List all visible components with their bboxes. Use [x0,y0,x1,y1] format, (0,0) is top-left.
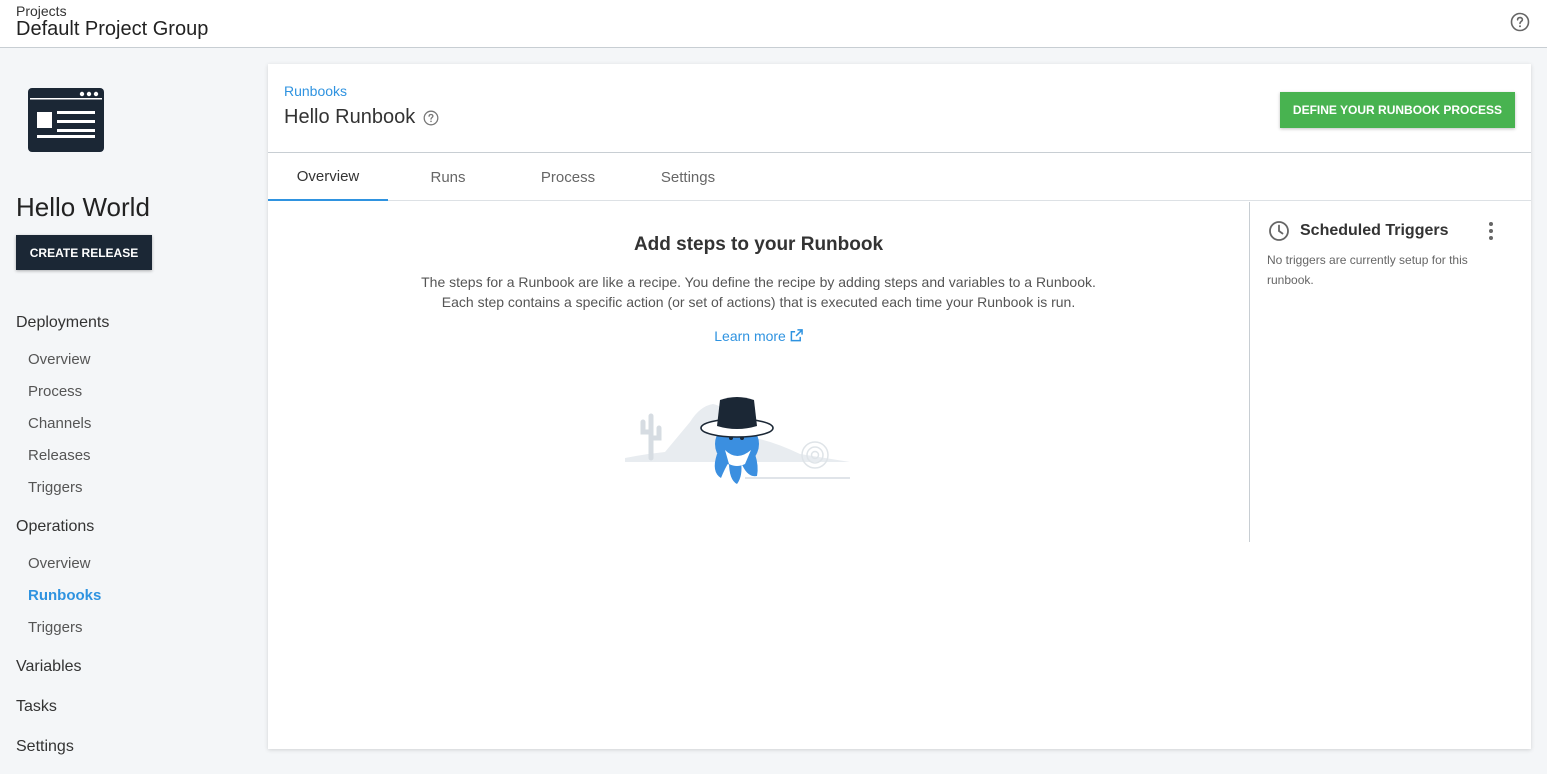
tab-runs[interactable]: Runs [388,153,508,201]
breadcrumb-runbooks[interactable]: Runbooks [284,83,347,99]
runbook-title: Hello Runbook [284,106,416,128]
nav-operations-runbooks[interactable]: Runbooks [28,587,101,604]
scheduled-triggers-title: Scheduled Triggers [1300,222,1449,239]
empty-state-description: The steps for a Runbook are like a recip… [268,272,1249,312]
define-runbook-process-button[interactable]: DEFINE YOUR RUNBOOK PROCESS [1280,92,1515,128]
nav-deployments[interactable]: Deployments [16,314,109,332]
empty-state: Add steps to your Runbook The steps for … [268,202,1249,542]
nav-deployments-releases[interactable]: Releases [28,447,91,464]
empty-state-description-line2: Each step contains a specific action (or… [441,294,1076,310]
nav-settings[interactable]: Settings [16,738,74,756]
nav-deployments-triggers[interactable]: Triggers [28,479,82,496]
empty-state-title: Add steps to your Runbook [633,234,884,255]
tab-bar: Overview Runs Process Settings [268,153,1531,201]
external-link-icon [790,329,803,342]
clock-icon [1269,221,1289,241]
learn-more-label[interactable]: Learn more [714,328,786,344]
project-group-title: Default Project Group [16,18,209,40]
runbook-card: Runbooks Hello Runbook DEFINE YOUR RUNBO… [268,64,1531,749]
create-release-button[interactable]: CREATE RELEASE [16,235,152,270]
tab-settings[interactable]: Settings [628,153,748,201]
project-logo-icon [28,88,104,152]
nav-deployments-channels[interactable]: Channels [28,415,91,432]
no-triggers-text: No triggers are currently setup for this… [1267,253,1468,287]
help-circle-icon[interactable] [1510,12,1530,32]
nav-tasks[interactable]: Tasks [16,698,57,716]
scheduled-triggers-panel: Scheduled Triggers No triggers are curre… [1249,202,1531,542]
tab-process[interactable]: Process [508,153,628,201]
nav-operations-overview[interactable]: Overview [28,555,91,572]
runbook-title-row: Hello Runbook [284,106,439,129]
help-circle-icon[interactable] [423,110,439,126]
breadcrumb-projects[interactable]: Projects [16,3,67,19]
tab-overview[interactable]: Overview [268,153,388,201]
sidebar: Hello World CREATE RELEASE Deployments O… [0,49,252,774]
more-vertical-icon[interactable] [1486,220,1496,242]
nav-operations[interactable]: Operations [16,518,94,536]
nav-deployments-process[interactable]: Process [28,383,82,400]
nav-operations-triggers[interactable]: Triggers [28,619,82,636]
learn-more-link[interactable]: Learn more [268,328,1249,344]
empty-state-description-line1: The steps for a Runbook are like a recip… [421,274,1096,290]
nav-variables[interactable]: Variables [16,658,82,676]
cowboy-octopus-illustration [625,397,850,484]
project-name: Hello World [16,192,150,222]
top-header: Projects Default Project Group [0,0,1547,48]
nav-deployments-overview[interactable]: Overview [28,351,91,368]
